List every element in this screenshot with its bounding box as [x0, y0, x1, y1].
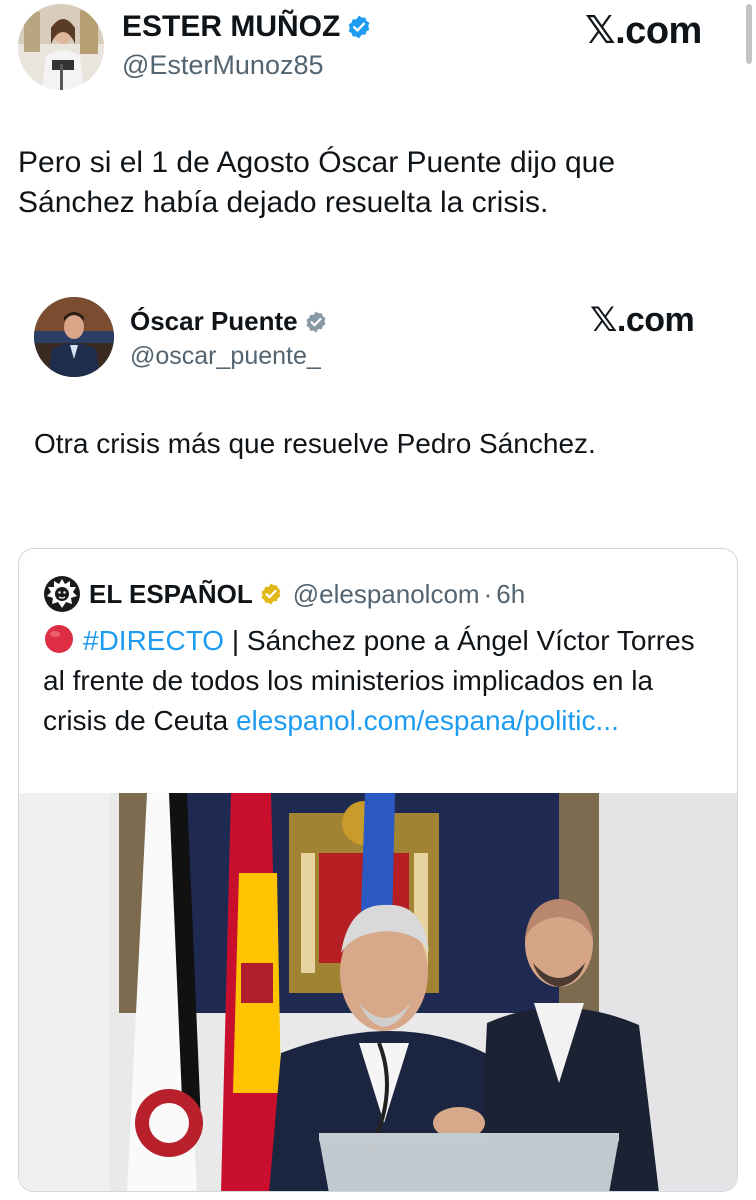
- news-photo[interactable]: [19, 793, 738, 1192]
- embedded-author-handle[interactable]: @oscar_puente_: [130, 342, 321, 371]
- quoted-author-handle[interactable]: @elespanolcom: [293, 579, 480, 610]
- x-logo-icon: 𝕏: [585, 8, 616, 52]
- verified-badge-icon: [349, 15, 370, 39]
- hashtag-directo[interactable]: #DIRECTO: [83, 625, 224, 656]
- main-tweet-text: Pero si el 1 de Agosto Óscar Puente dijo…: [18, 146, 616, 219]
- verified-badge-icon: [261, 583, 281, 605]
- avatar-oscar-puente[interactable]: [34, 297, 114, 377]
- red-circle-icon: [45, 625, 73, 653]
- x-com-suffix: .com: [616, 301, 695, 339]
- timestamp[interactable]: 6h: [496, 579, 525, 610]
- author-name[interactable]: ESTER MUÑOZ: [122, 10, 372, 44]
- quoted-tweet-header: EL ESPAÑOL @elespanolcom · 6h: [43, 575, 525, 613]
- x-com-label-embedded[interactable]: 𝕏 .com: [590, 300, 695, 340]
- author-name-text: ESTER MUÑOZ: [122, 10, 341, 43]
- scrollbar[interactable]: [746, 4, 752, 64]
- quoted-tweet-text: #DIRECTO | Sánchez pone a Ángel Víctor T…: [43, 621, 723, 740]
- quoted-tweet-card[interactable]: EL ESPAÑOL @elespanolcom · 6h #DIRECTO |…: [18, 548, 738, 1192]
- separator-dot: ·: [483, 578, 493, 609]
- lion-logo-icon: [44, 576, 80, 612]
- embedded-author-name-text: Óscar Puente: [130, 306, 298, 336]
- verified-badge-icon: [306, 311, 326, 332]
- avatar-ester-munoz[interactable]: [18, 4, 104, 90]
- author-handle[interactable]: @EsterMunoz85: [122, 50, 324, 81]
- quoted-author-name[interactable]: EL ESPAÑOL: [89, 579, 253, 610]
- x-com-label[interactable]: 𝕏 .com: [585, 8, 702, 53]
- article-link[interactable]: elespanol.com/espana/politic...: [236, 705, 619, 736]
- embedded-author-name[interactable]: Óscar Puente: [130, 306, 328, 337]
- embedded-tweet-text: Otra crisis más que resuelve Pedro Sánch…: [34, 428, 596, 459]
- x-logo-icon: 𝕏: [590, 300, 617, 340]
- x-com-suffix: .com: [615, 10, 702, 52]
